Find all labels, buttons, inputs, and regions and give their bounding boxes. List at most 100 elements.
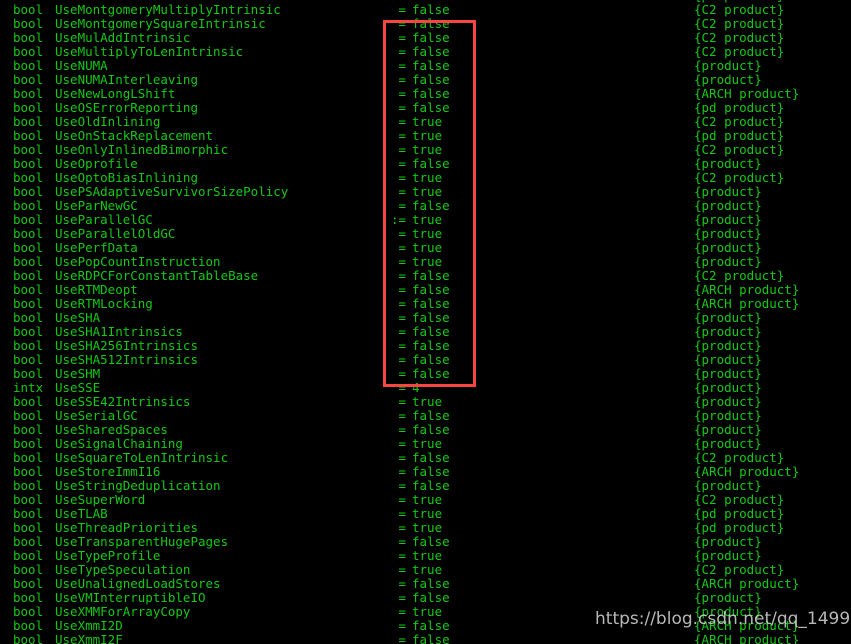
flag-operator: = — [398, 198, 406, 213]
flag-name: UseTLAB — [55, 506, 108, 521]
flag-kind: {product} — [694, 58, 762, 73]
flag-value: false — [412, 282, 450, 297]
flag-type: bool — [13, 86, 44, 101]
flag-operator: = — [398, 72, 406, 87]
flag-kind: {C2 product} — [694, 268, 785, 283]
flag-operator: = — [398, 618, 406, 633]
flag-kind: {product} — [694, 198, 762, 213]
flag-row: bool UseOnlyInlinedBimorphic = true {C2 prod… — [0, 143, 851, 157]
flag-operator: = — [398, 58, 406, 73]
flag-row: bool UseMultiplyToLenIntrinsic = false {C2 p… — [0, 45, 851, 59]
flag-row: bool UseMulAddIntrinsic = false {C2 product} — [0, 31, 851, 45]
flag-value: false — [412, 590, 450, 605]
flag-name: UseSquareToLenIntrinsic — [55, 450, 229, 465]
flag-row: bool UseThreadPriorities = true {pd product} — [0, 521, 851, 535]
flag-value: false — [412, 366, 450, 381]
flag-kind: {product} — [694, 422, 762, 437]
flag-operator: = — [398, 170, 406, 185]
flag-row: bool UseMontgomerySquareIntrinsic = false {C… — [0, 17, 851, 31]
flag-operator: = — [398, 128, 406, 143]
flag-operator: = — [398, 100, 406, 115]
flag-row: bool UseSHM = false {product} — [0, 367, 851, 381]
flag-row: bool UseOSErrorReporting = false {pd product… — [0, 101, 851, 115]
flag-kind: {product} — [694, 226, 762, 241]
flag-kind: {product} — [694, 478, 762, 493]
flag-name: UseTransparentHugePages — [55, 534, 229, 549]
flag-row: bool UseRTMLocking = false {ARCH product} — [0, 297, 851, 311]
flag-name: UseSHM — [55, 366, 101, 381]
flag-value: false — [412, 408, 450, 423]
flag-type: bool — [13, 394, 44, 409]
flag-name: UseParNewGC — [55, 198, 138, 213]
flag-type: bool — [13, 268, 44, 283]
flag-operator: = — [398, 604, 406, 619]
flag-value: false — [412, 100, 450, 115]
flag-operator: = — [398, 268, 406, 283]
flag-row: bool UseOptoBiasInlining = true {C2 product} — [0, 171, 851, 185]
flag-name: UseMontgomerySquareIntrinsic — [55, 16, 266, 31]
flag-operator: = — [398, 576, 406, 591]
flag-name: UseStringDeduplication — [55, 478, 221, 493]
flag-name: UseTypeProfile — [55, 548, 161, 563]
flag-type: bool — [13, 618, 44, 633]
flag-name: UseSSE — [55, 380, 101, 395]
flag-name: UseNUMA — [55, 58, 108, 73]
flag-row: bool UseStoreImmI16 = false {ARCH product} — [0, 465, 851, 479]
flag-type: bool — [13, 366, 44, 381]
flag-row: bool UseVMInterruptibleIO = false {product} — [0, 591, 851, 605]
flag-row: bool UseMontgomeryMultiplyIntrinsic = false… — [0, 3, 851, 17]
flag-type: bool — [13, 562, 44, 577]
flag-value: true — [412, 548, 443, 563]
flag-name: UseOnlyInlinedBimorphic — [55, 142, 229, 157]
flag-operator: = — [398, 296, 406, 311]
flag-type: bool — [13, 338, 44, 353]
flag-type: bool — [13, 44, 44, 59]
flag-type: bool — [13, 464, 44, 479]
flag-name: UseVMInterruptibleIO — [55, 590, 206, 605]
flag-value: true — [412, 212, 443, 227]
flag-kind: {product} — [694, 324, 762, 339]
flag-operator: = — [398, 380, 406, 395]
flag-type: bool — [13, 632, 44, 644]
flag-row: bool UseNUMAInterleaving = false {product} — [0, 73, 851, 87]
flag-type: bool — [13, 30, 44, 45]
flag-kind: {product} — [694, 548, 762, 563]
flag-kind: {ARCH product} — [694, 282, 800, 297]
flag-name: UsePSAdaptiveSurvivorSizePolicy — [55, 184, 289, 199]
flag-value: false — [412, 632, 450, 644]
flag-row: bool UseSignalChaining = true {product} — [0, 437, 851, 451]
flag-name: UseTypeSpeculation — [55, 562, 191, 577]
flag-value: false — [412, 198, 450, 213]
flag-kind: {pd product} — [694, 100, 785, 115]
flag-name: UseRTMDeopt — [55, 282, 138, 297]
flag-row: bool UseParallelOldGC = true {product} — [0, 227, 851, 241]
flag-type: bool — [13, 198, 44, 213]
flag-value: false — [412, 44, 450, 59]
flag-type: bool — [13, 590, 44, 605]
flag-row: bool UseSquareToLenIntrinsic = false {C2 pro… — [0, 451, 851, 465]
flag-row: bool UseStringDeduplication = false {product… — [0, 479, 851, 493]
flag-operator: = — [398, 590, 406, 605]
flag-kind: {product} — [694, 184, 762, 199]
flag-value: 4 — [412, 380, 420, 395]
flag-value: true — [412, 492, 443, 507]
flag-name: UsePerfData — [55, 240, 138, 255]
flag-name: UseOSErrorReporting — [55, 100, 198, 115]
flag-name: UseSignalChaining — [55, 436, 183, 451]
flag-value: false — [412, 268, 450, 283]
flag-value: false — [412, 86, 450, 101]
flag-value: false — [412, 156, 450, 171]
flag-kind: {C2 product} — [694, 450, 785, 465]
flag-name: UseParallelGC — [55, 212, 153, 227]
flag-value: false — [412, 16, 450, 31]
flag-row: bool UseTLAB = true {pd product} — [0, 507, 851, 521]
flag-operator: = — [398, 114, 406, 129]
flag-operator: = — [398, 16, 406, 31]
flag-kind: {C2 product} — [694, 170, 785, 185]
flag-value: true — [412, 226, 443, 241]
flag-type: bool — [13, 58, 44, 73]
flag-type: bool — [13, 478, 44, 493]
flag-operator: = — [398, 548, 406, 563]
flag-type: bool — [13, 226, 44, 241]
flag-value: false — [412, 352, 450, 367]
